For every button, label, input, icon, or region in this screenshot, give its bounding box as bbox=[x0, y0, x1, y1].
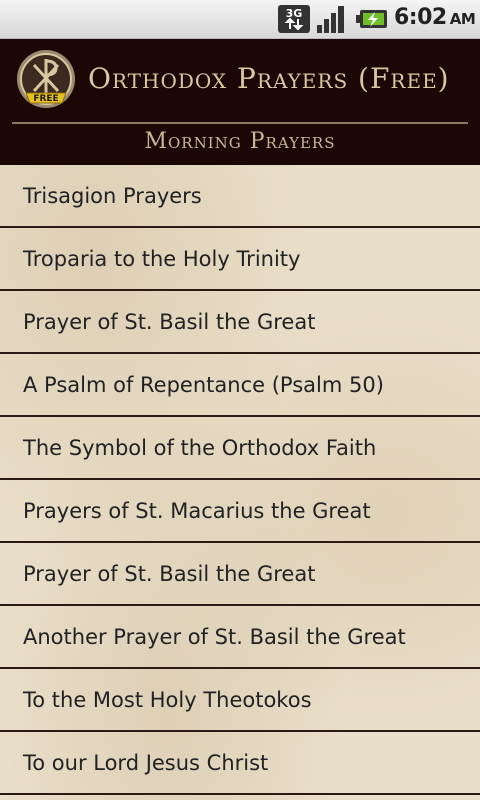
status-bar: 3G 6:02 AM bbox=[0, 0, 480, 39]
network-3g-icon: 3G bbox=[278, 5, 310, 33]
list-item[interactable]: Troparia to the Holy Trinity bbox=[0, 228, 480, 291]
section-title: Morning Prayers bbox=[144, 129, 336, 154]
list-item-label: Troparia to the Holy Trinity bbox=[23, 246, 301, 271]
app-logo-chi-rho-icon: FREE bbox=[17, 50, 75, 108]
battery-charging-icon bbox=[356, 10, 387, 28]
prayer-list: Trisagion Prayers Troparia to the Holy T… bbox=[0, 165, 480, 800]
list-item-label: To the Most Holy Theotokos bbox=[23, 687, 312, 712]
list-item-label: Prayer of St. Basil the Great bbox=[23, 309, 316, 334]
list-item[interactable]: Prayer of St. Basil the Great bbox=[0, 543, 480, 606]
list-item-label: Prayer of St. Basil the Great bbox=[23, 561, 316, 586]
list-item[interactable]: Trisagion Prayers bbox=[0, 165, 480, 228]
status-clock: 6:02 AM bbox=[394, 5, 476, 30]
list-item[interactable]: Another Prayer of St. Basil the Great bbox=[0, 606, 480, 669]
header-divider bbox=[12, 122, 468, 124]
list-item[interactable]: A Psalm of Repentance (Psalm 50) bbox=[0, 354, 480, 417]
svg-text:3G: 3G bbox=[286, 7, 303, 20]
list-item-label: The Symbol of the Orthodox Faith bbox=[23, 435, 377, 460]
list-item-label: Trisagion Prayers bbox=[23, 183, 202, 208]
list-item[interactable]: Prayer of St. Basil the Great bbox=[0, 291, 480, 354]
svg-text:FREE: FREE bbox=[33, 94, 58, 104]
app-title: Orthodox Prayers (Free) bbox=[88, 62, 450, 95]
list-item[interactable]: To the Most Holy Theotokos bbox=[0, 669, 480, 732]
list-item-label: Prayers of St. Macarius the Great bbox=[23, 498, 371, 523]
list-item-label: Another Prayer of St. Basil the Great bbox=[23, 624, 406, 649]
list-item-label: A Psalm of Repentance (Psalm 50) bbox=[23, 372, 384, 397]
list-item-label: To our Lord Jesus Christ bbox=[23, 750, 269, 775]
app-header: FREE Orthodox Prayers (Free) Morning Pra… bbox=[0, 39, 480, 165]
list-item[interactable]: To our Lord Jesus Christ bbox=[0, 732, 480, 795]
list-item[interactable]: The Symbol of the Orthodox Faith bbox=[0, 417, 480, 480]
signal-strength-icon bbox=[317, 6, 344, 33]
list-item[interactable]: Prayers of St. Macarius the Great bbox=[0, 480, 480, 543]
